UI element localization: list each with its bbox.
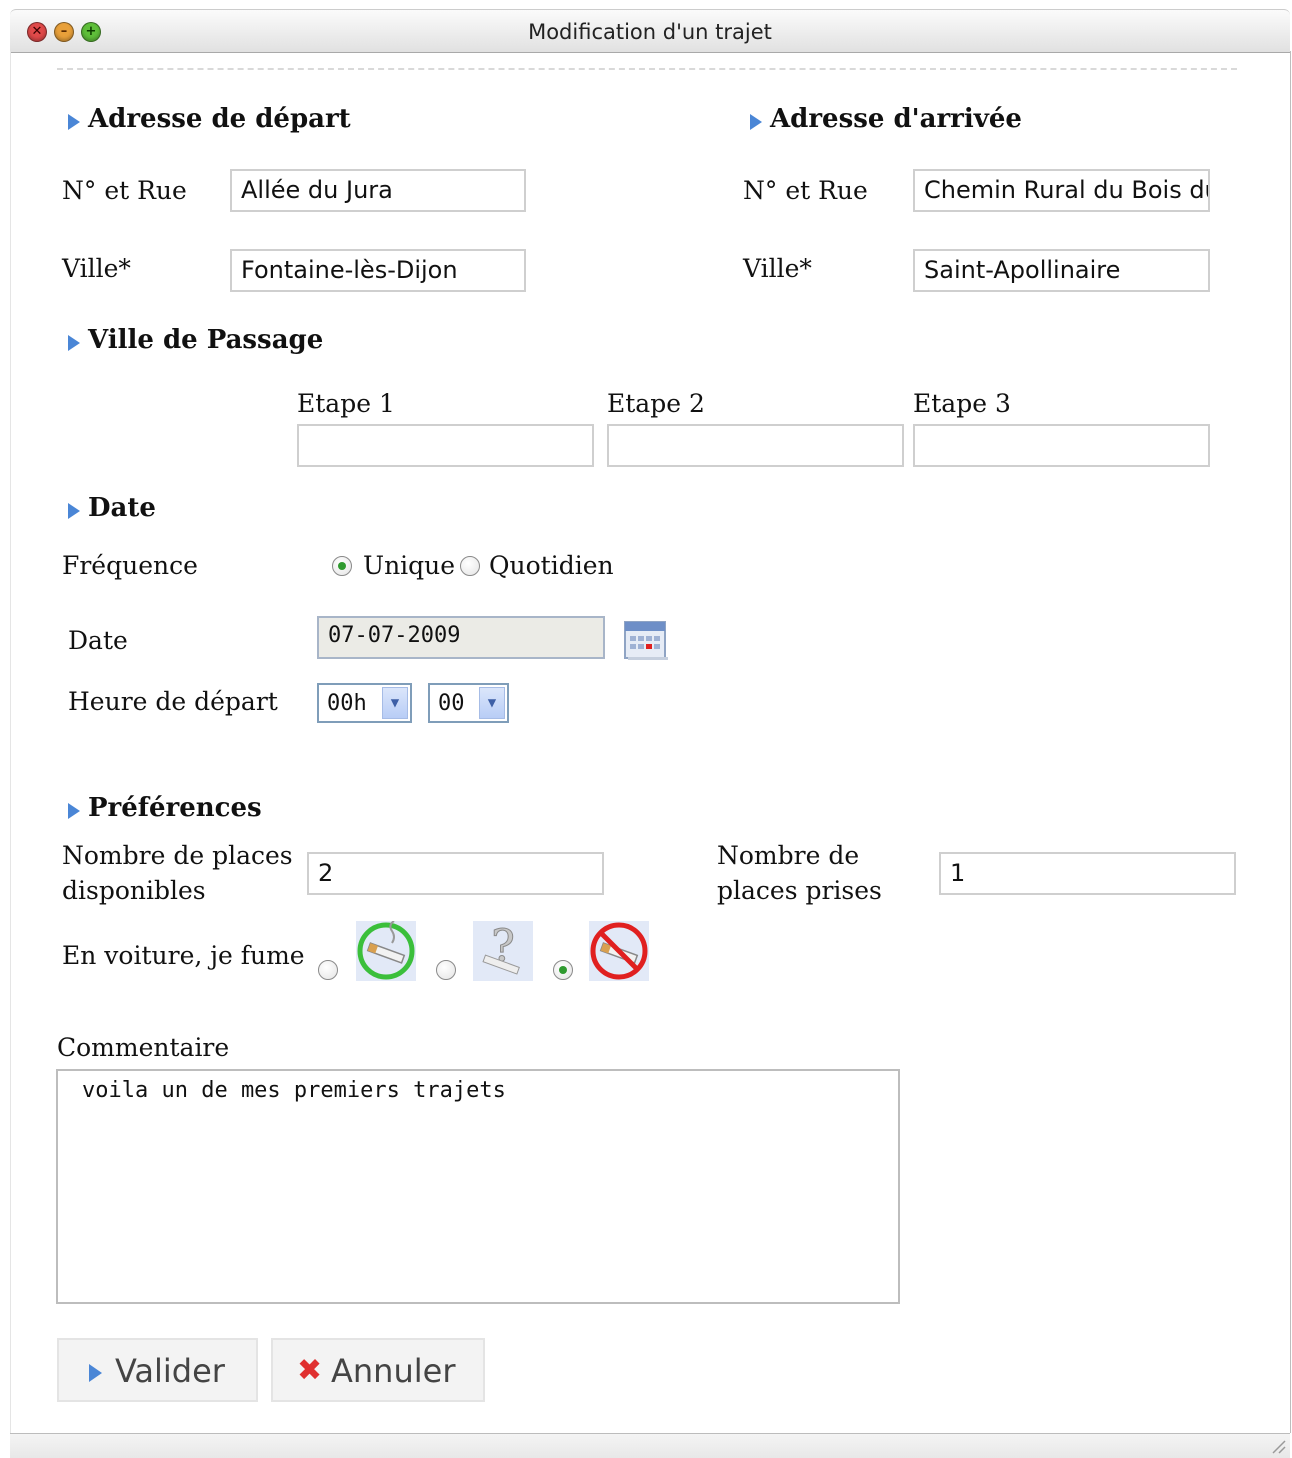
- step-2-input[interactable]: [607, 424, 904, 467]
- window-titlebar: ✕ – + Modification d'un trajet: [10, 9, 1290, 53]
- smoke-unknown-radio[interactable]: [436, 960, 456, 980]
- seats-available-label: Nombre de places disponibles: [62, 841, 293, 905]
- frequency-daily-radio[interactable]: [460, 556, 480, 576]
- step-3-label: Etape 3: [913, 389, 1011, 418]
- depart-city-label: Ville*: [62, 254, 131, 283]
- cancel-button[interactable]: ✖ Annuler: [271, 1338, 485, 1402]
- calendar-icon[interactable]: [624, 621, 668, 661]
- validate-button[interactable]: Valider: [57, 1338, 258, 1402]
- minute-select-value: 00: [438, 691, 465, 716]
- arrow-right-icon: [89, 1364, 102, 1382]
- section-arrow-icon: [68, 503, 80, 519]
- frequency-label: Fréquence: [62, 551, 198, 580]
- seats-taken-input[interactable]: 1: [939, 852, 1236, 895]
- depart-street-label: N° et Rue: [62, 176, 187, 205]
- seats-taken-label: Nombre de places prises: [717, 841, 882, 905]
- depart-city-input[interactable]: Fontaine-lès-Dijon: [230, 249, 526, 292]
- smoke-yes-radio[interactable]: [318, 960, 338, 980]
- date-label: Date: [68, 626, 128, 655]
- seats-available-input[interactable]: 2: [307, 852, 604, 895]
- section-depart-heading: Adresse de départ: [68, 104, 351, 134]
- no-smoking-icon: [589, 921, 649, 981]
- comment-label: Commentaire: [57, 1033, 230, 1062]
- depart-street-input[interactable]: Allée du Jura: [230, 169, 526, 212]
- frequency-unique-label: Unique: [363, 551, 456, 580]
- frequency-unique-radio[interactable]: [332, 556, 352, 576]
- section-passage-heading: Ville de Passage: [68, 325, 323, 355]
- section-date-heading: Date: [68, 493, 156, 523]
- arrivee-street-label: N° et Rue: [743, 176, 868, 205]
- window-title: Modification d'un trajet: [528, 20, 772, 44]
- step-1-label: Etape 1: [297, 389, 395, 418]
- resize-grip-icon[interactable]: [1270, 1438, 1286, 1454]
- step-2-label: Etape 2: [607, 389, 705, 418]
- window-statusbar: [10, 1433, 1290, 1458]
- question-icon: ?: [473, 921, 533, 981]
- frequency-daily-label: Quotidien: [489, 551, 614, 580]
- top-divider: [57, 68, 1237, 70]
- chevron-down-icon[interactable]: ▼: [479, 687, 505, 719]
- hour-select[interactable]: 00h ▼: [317, 683, 412, 723]
- section-arrow-icon: [68, 803, 80, 819]
- step-1-input[interactable]: [297, 424, 594, 467]
- close-icon: ✖: [297, 1353, 323, 1388]
- date-input[interactable]: 07-07-2009: [317, 616, 605, 659]
- comment-textarea[interactable]: voila un de mes premiers trajets: [56, 1069, 900, 1304]
- hour-select-value: 00h: [327, 691, 367, 716]
- arrivee-city-label: Ville*: [743, 254, 812, 283]
- smoke-label: En voiture, je fume: [62, 941, 305, 970]
- section-arrow-icon: [750, 114, 762, 130]
- section-arrow-icon: [68, 114, 80, 130]
- smoking-icon: [356, 920, 416, 981]
- smoke-no-radio[interactable]: [553, 960, 573, 980]
- departure-time-label: Heure de départ: [68, 687, 278, 716]
- arrivee-city-input[interactable]: Saint-Apollinaire: [913, 249, 1210, 292]
- arrivee-street-input[interactable]: Chemin Rural du Bois du: [913, 169, 1210, 212]
- section-arrow-icon: [68, 335, 80, 351]
- minute-select[interactable]: 00 ▼: [428, 683, 509, 723]
- chevron-down-icon[interactable]: ▼: [382, 687, 408, 719]
- section-preferences-heading: Préférences: [68, 793, 262, 823]
- step-3-input[interactable]: [913, 424, 1210, 467]
- section-arrivee-heading: Adresse d'arrivée: [750, 104, 1022, 134]
